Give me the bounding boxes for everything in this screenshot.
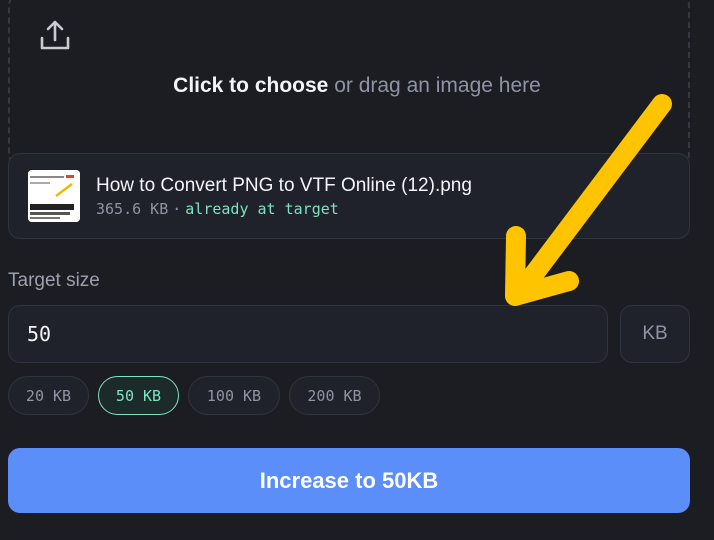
preset-200kb-button[interactable]: 200 KB [289,376,380,415]
file-size: 365.6 KB [96,200,169,218]
preset-50kb-button[interactable]: 50 KB [98,376,179,415]
upload-icon[interactable] [38,18,72,52]
meta-separator: · [172,200,182,218]
choose-file-link[interactable]: Click to choose [173,74,328,97]
file-name: How to Convert PNG to VTF Online (12).pn… [96,175,472,196]
increase-button[interactable]: Increase to 50KB [8,448,690,513]
unit-label[interactable]: KB [620,305,690,363]
preset-100kb-button[interactable]: 100 KB [188,376,280,415]
selected-file-card: How to Convert PNG to VTF Online (12).pn… [8,153,690,239]
target-size-input[interactable] [8,305,608,363]
file-status: already at target [185,200,339,218]
file-meta: 365.6 KB · already at target [96,200,339,218]
preset-20kb-button[interactable]: 20 KB [8,376,89,415]
file-thumbnail [28,170,80,222]
dropzone-prompt[interactable]: Click to choose or drag an image here [0,74,714,98]
drag-hint-text: or drag an image here [328,74,541,97]
target-size-label: Target size [8,270,100,291]
